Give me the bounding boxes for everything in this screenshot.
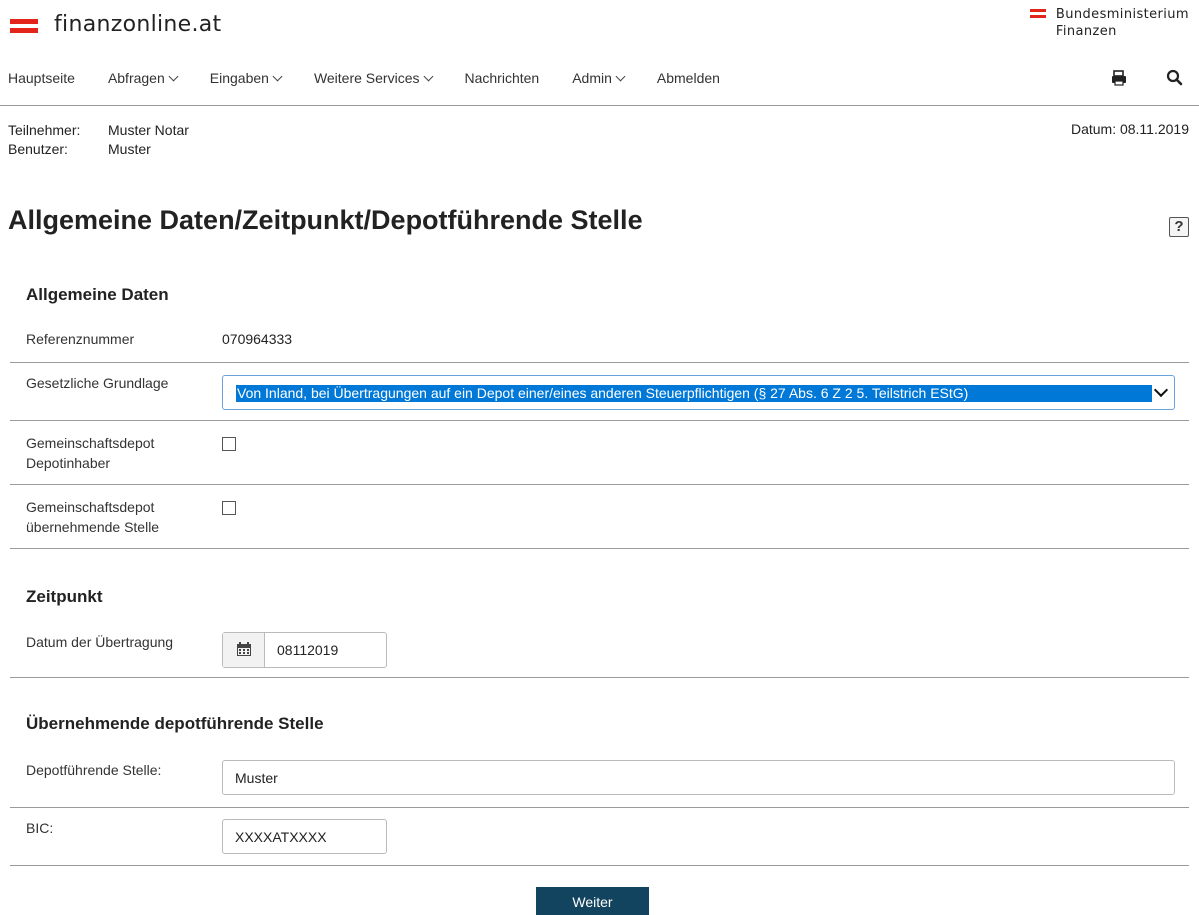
austria-flag-icon: [10, 15, 38, 35]
datum-uebertragung-input[interactable]: [265, 633, 458, 667]
divider: [10, 548, 1189, 549]
divider: [10, 677, 1189, 678]
divider: [10, 484, 1189, 485]
gem-stelle-label: Gemeinschaftsdepot übernehmende Stelle: [26, 499, 160, 535]
datum-uebertragung-field: [222, 632, 458, 668]
gem-inhaber-label: Gemeinschaftsdepot Depotinhaber: [26, 435, 155, 471]
search-icon[interactable]: [1165, 68, 1185, 88]
chevron-down-icon: [1153, 382, 1169, 398]
referenz-value: 070964333: [222, 331, 293, 347]
gem-inhaber-checkbox[interactable]: [222, 437, 236, 451]
print-icon[interactable]: [1109, 68, 1129, 88]
ministry-logo[interactable]: Bundesministerium Finanzen: [1029, 6, 1189, 40]
user-info: Teilnehmer: Muster Notar Benutzer: Muste…: [8, 121, 189, 159]
bic-input[interactable]: [222, 819, 387, 854]
main-nav: Hauptseite Abfragen Eingaben Weitere Ser…: [0, 64, 1199, 106]
chevron-down-icon: [272, 71, 283, 81]
nav-item-hauptseite[interactable]: Hauptseite: [8, 70, 75, 86]
grundlage-select[interactable]: Von Inland, bei Übertragungen auf ein De…: [222, 375, 1175, 410]
teilnehmer-label: Teilnehmer:: [8, 122, 81, 138]
nav-item-admin[interactable]: Admin: [572, 70, 626, 86]
header: finanzonline.at Bundesministerium Finanz…: [0, 0, 1199, 60]
ministry-line2: Finanzen: [1055, 24, 1117, 39]
chevron-down-icon: [423, 71, 433, 81]
nav-item-abfragen[interactable]: Abfragen: [108, 70, 179, 86]
bic-label: BIC:: [26, 820, 54, 836]
finanzonline-logo[interactable]: finanzonline.at: [10, 12, 221, 37]
nav-item-weitere-services[interactable]: Weitere Services: [314, 70, 433, 86]
benutzer-label: Benutzer:: [8, 141, 68, 157]
benutzer-value: Muster: [108, 141, 151, 157]
divider: [10, 420, 1189, 421]
section-title-stelle: Übernehmende depotführende Stelle: [26, 714, 324, 733]
referenz-label: Referenznummer: [26, 331, 135, 347]
section-title-zeitpunkt: Zeitpunkt: [26, 587, 103, 606]
ministry-line1: Bundesministerium: [1055, 7, 1189, 22]
divider: [10, 362, 1189, 363]
page-title: Allgemeine Daten/Zeitpunkt/Depotführende…: [8, 205, 643, 235]
ministry-flag-icon: [1029, 9, 1046, 21]
calendar-icon[interactable]: [223, 633, 265, 667]
grundlage-label: Gesetzliche Grundlage: [26, 375, 169, 391]
depot-stelle-input[interactable]: [222, 760, 1175, 795]
teilnehmer-value: Muster Notar: [108, 122, 189, 138]
section-title-allgemeine: Allgemeine Daten: [26, 285, 169, 304]
nav-item-eingaben[interactable]: Eingaben: [210, 70, 283, 86]
current-date: Datum: 08.11.2019: [1070, 121, 1189, 137]
nav-item-nachrichten[interactable]: Nachrichten: [465, 70, 540, 86]
grundlage-selected-value: Von Inland, bei Übertragungen auf ein De…: [236, 385, 1152, 402]
help-icon[interactable]: ?: [1169, 217, 1189, 237]
logo-text: finanzonline.at: [54, 12, 222, 37]
divider: [10, 865, 1189, 866]
weiter-button[interactable]: Weiter: [536, 887, 649, 915]
chevron-down-icon: [615, 71, 626, 81]
nav-item-abmelden[interactable]: Abmelden: [657, 70, 720, 86]
gem-stelle-checkbox[interactable]: [222, 501, 236, 515]
datum-uebertragung-label: Datum der Übertragung: [26, 634, 174, 650]
chevron-down-icon: [168, 71, 179, 81]
divider: [10, 807, 1189, 808]
depot-stelle-label: Depotführende Stelle:: [26, 762, 162, 778]
